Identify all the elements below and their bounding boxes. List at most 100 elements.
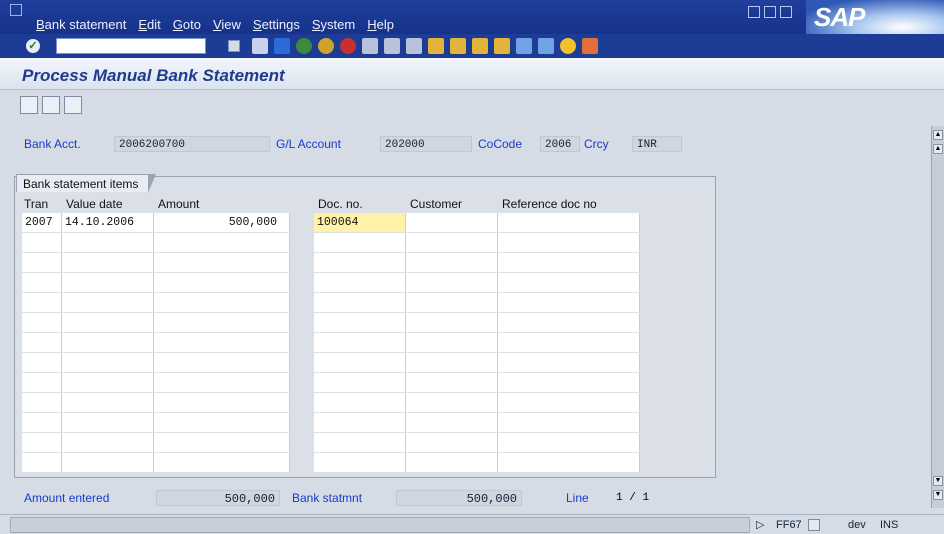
help-icon[interactable] (560, 38, 576, 54)
cell-amount[interactable] (154, 273, 290, 292)
cell-tran[interactable] (22, 393, 62, 412)
crcy-field[interactable]: INR (632, 136, 682, 152)
cell-reference[interactable] (498, 253, 640, 272)
cell-value-date[interactable]: 14.10.2006 (62, 213, 154, 232)
cell-value-date[interactable] (62, 233, 154, 252)
cell-tran[interactable] (22, 453, 62, 472)
cell-amount[interactable] (154, 353, 290, 372)
cell-customer[interactable] (406, 433, 498, 452)
menu-bank-statement[interactable]: Bank statement (36, 17, 126, 32)
scroll-page-down-icon[interactable]: ▼ (933, 476, 943, 486)
cell-customer[interactable] (406, 453, 498, 472)
shortcut-icon[interactable] (538, 38, 554, 54)
cell-doc-no[interactable] (314, 313, 406, 332)
create-session-icon[interactable] (516, 38, 532, 54)
cell-value-date[interactable] (62, 273, 154, 292)
cell-amount[interactable] (154, 293, 290, 312)
col-amount[interactable]: Amount (158, 196, 199, 212)
print-icon[interactable] (362, 38, 378, 54)
col-reference-doc-no[interactable]: Reference doc no (502, 196, 597, 212)
menu-settings[interactable]: Settings (253, 17, 300, 32)
cancel-icon[interactable] (340, 38, 356, 54)
cell-amount[interactable] (154, 333, 290, 352)
cocode-field[interactable]: 2006 (540, 136, 580, 152)
cell-customer[interactable] (406, 313, 498, 332)
enter-check-icon[interactable]: ✓ (26, 39, 40, 53)
overview-icon[interactable] (20, 96, 38, 114)
vertical-scrollbar[interactable]: ▲ ▲ ▼ ▼ (931, 126, 944, 508)
cell-value-date[interactable] (62, 413, 154, 432)
cell-amount[interactable] (154, 253, 290, 272)
cell-tran[interactable] (22, 293, 62, 312)
cell-doc-no[interactable] (314, 453, 406, 472)
cell-doc-no[interactable] (314, 293, 406, 312)
cell-reference[interactable] (498, 453, 640, 472)
cell-amount[interactable] (154, 433, 290, 452)
cell-customer[interactable] (406, 413, 498, 432)
cell-reference[interactable] (498, 293, 640, 312)
cell-doc-no[interactable]: 100064 (314, 213, 406, 232)
cell-amount[interactable] (154, 233, 290, 252)
cell-doc-no[interactable] (314, 253, 406, 272)
cell-reference[interactable] (498, 393, 640, 412)
cell-doc-no[interactable] (314, 393, 406, 412)
cell-value-date[interactable] (62, 353, 154, 372)
exit-icon[interactable] (318, 38, 334, 54)
cell-value-date[interactable] (62, 313, 154, 332)
previous-page-icon[interactable] (450, 38, 466, 54)
cell-amount[interactable] (154, 313, 290, 332)
cell-customer[interactable] (406, 333, 498, 352)
cell-value-date[interactable] (62, 393, 154, 412)
cell-value-date[interactable] (62, 253, 154, 272)
copy-icon[interactable] (64, 96, 82, 114)
cell-customer[interactable] (406, 213, 498, 232)
cell-amount[interactable]: 500,000 (154, 213, 290, 232)
status-expand-icon[interactable]: ▷ (756, 517, 764, 533)
cell-value-date[interactable] (62, 453, 154, 472)
cell-doc-no[interactable] (314, 333, 406, 352)
close-icon[interactable] (780, 6, 792, 18)
cell-customer[interactable] (406, 293, 498, 312)
cell-tran[interactable] (22, 273, 62, 292)
cell-value-date[interactable] (62, 293, 154, 312)
find-next-icon[interactable] (406, 38, 422, 54)
system-menu-icon[interactable] (10, 4, 22, 16)
first-page-icon[interactable] (428, 38, 444, 54)
cell-doc-no[interactable] (314, 433, 406, 452)
cell-value-date[interactable] (62, 433, 154, 452)
scroll-up-icon[interactable]: ▲ (933, 130, 943, 140)
layout-menu-icon[interactable] (582, 38, 598, 54)
cell-reference[interactable] (498, 273, 640, 292)
cell-customer[interactable] (406, 253, 498, 272)
cell-value-date[interactable] (62, 333, 154, 352)
cell-tran[interactable] (22, 333, 62, 352)
cell-doc-no[interactable] (314, 233, 406, 252)
scroll-down-icon[interactable]: ▼ (933, 490, 943, 500)
command-field[interactable] (56, 38, 206, 54)
cell-doc-no[interactable] (314, 373, 406, 392)
bank-acct-field[interactable]: 2006200700 (114, 136, 270, 152)
col-tran[interactable]: Tran (24, 196, 48, 212)
cell-customer[interactable] (406, 273, 498, 292)
menu-view[interactable]: View (213, 17, 241, 32)
back-icon[interactable] (296, 38, 312, 54)
next-page-icon[interactable] (472, 38, 488, 54)
cell-reference[interactable] (498, 413, 640, 432)
cell-reference[interactable] (498, 433, 640, 452)
cell-tran[interactable] (22, 313, 62, 332)
cell-tran[interactable] (22, 413, 62, 432)
cell-tran[interactable] (22, 353, 62, 372)
cell-reference[interactable] (498, 213, 640, 232)
cell-amount[interactable] (154, 373, 290, 392)
cell-tran[interactable] (22, 253, 62, 272)
minimize-icon[interactable] (748, 6, 760, 18)
save-icon[interactable] (274, 38, 290, 54)
collapse-icon[interactable] (252, 38, 268, 54)
command-history-icon[interactable] (228, 40, 240, 52)
cell-reference[interactable] (498, 333, 640, 352)
cell-customer[interactable] (406, 393, 498, 412)
cell-customer[interactable] (406, 373, 498, 392)
cell-amount[interactable] (154, 453, 290, 472)
cell-doc-no[interactable] (314, 413, 406, 432)
cell-doc-no[interactable] (314, 353, 406, 372)
